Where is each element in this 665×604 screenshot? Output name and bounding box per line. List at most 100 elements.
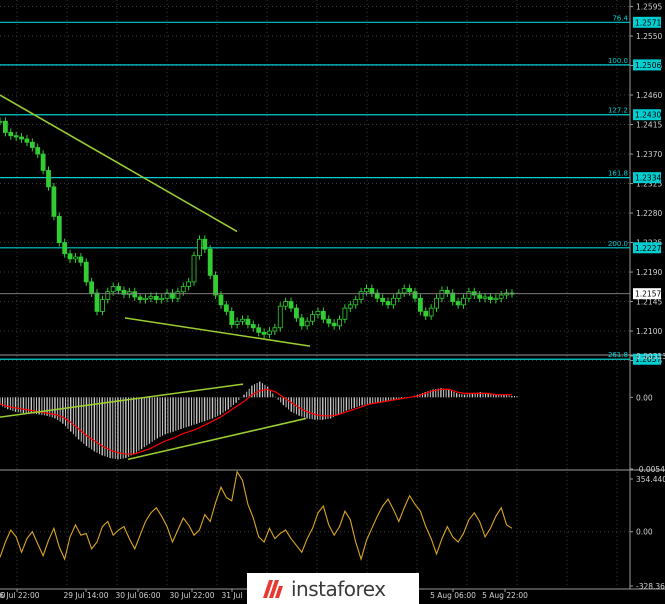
candle-body <box>267 330 272 335</box>
candle-body <box>67 253 73 260</box>
price-tick-label: 1.2460 <box>636 91 662 100</box>
candle-body <box>213 274 218 296</box>
candle-body <box>83 261 89 283</box>
candle-body <box>105 291 111 300</box>
fibo-ratio-label: 127.2 <box>608 107 628 115</box>
candle-body <box>304 320 310 327</box>
candle-body <box>218 294 224 306</box>
candle-body <box>439 290 445 299</box>
candle-body <box>277 305 283 329</box>
cci-pane <box>0 470 513 562</box>
macd-tick-label: -0.00543 <box>636 465 665 474</box>
candle-body <box>180 286 186 293</box>
candle-body <box>240 318 245 322</box>
candle-body <box>223 304 229 312</box>
candle-body <box>310 314 315 322</box>
candle-body <box>461 297 466 306</box>
candle-body <box>493 297 499 300</box>
candle-body <box>191 255 197 283</box>
candle-body <box>229 310 235 325</box>
fibo-ratio-label: 261.8 <box>608 351 628 359</box>
candle-body <box>337 318 342 327</box>
candle-body <box>369 288 375 294</box>
chart-window: 76.4 100.0 127.2 161.8 200.0 261.8 1.2595 1.25… <box>0 0 665 604</box>
candle-body <box>353 299 359 306</box>
candle-body <box>444 290 450 294</box>
fibo-ratio-label: 100.0 <box>608 57 628 65</box>
candle-body <box>488 296 493 300</box>
time-tick-label: 5 Aug 06:00 <box>430 591 476 600</box>
candle-body <box>466 291 472 299</box>
candle-body <box>407 288 413 293</box>
candle-body <box>29 141 35 148</box>
candle-body <box>40 153 46 171</box>
candle-body <box>288 301 294 309</box>
candle-body <box>385 301 391 306</box>
candle-body <box>250 324 256 329</box>
fibo-ratio-label: 161.8 <box>608 170 628 178</box>
cci-tick-label: -328.365 <box>636 582 665 591</box>
candle-body <box>137 296 143 300</box>
time-tick-label: 29 Jul 14:00 <box>64 591 109 600</box>
candle-body <box>0 120 3 123</box>
candle-body <box>347 304 353 309</box>
candle-body <box>78 256 84 263</box>
candle-body <box>342 307 348 320</box>
fibo-price-tag-label: 1.2334 <box>635 174 661 183</box>
candle-body <box>62 242 68 255</box>
cci-tick-label: 354.4409 <box>636 475 665 484</box>
candle-body <box>132 291 138 298</box>
candle-body <box>261 331 267 335</box>
candle-body <box>380 297 386 302</box>
watermark-logo: instaforex <box>247 573 419 604</box>
candle-body <box>315 310 321 316</box>
macd-tick-label: 0.00 <box>636 393 653 402</box>
candle-body <box>51 186 57 217</box>
watermark-brand-text: instaforex <box>291 577 386 601</box>
candle-body <box>326 318 332 324</box>
candle-body <box>94 292 100 312</box>
candle-body <box>110 286 116 293</box>
candle-body <box>245 318 251 325</box>
price-tick-label: 1.2595 <box>636 3 662 12</box>
candle-body <box>202 238 208 250</box>
time-tick-label: 30 Jul 06:00 <box>116 591 161 600</box>
candle-body <box>477 294 483 299</box>
price-tick-label: 1.2100 <box>636 327 662 336</box>
fibo-price-tag-label: 1.2430 <box>635 111 661 120</box>
candle-body <box>320 310 326 320</box>
candle-body <box>283 301 289 307</box>
candle-body <box>455 301 461 306</box>
chart-canvas: 76.4 100.0 127.2 161.8 200.0 261.8 1.2595 1.25… <box>0 0 665 600</box>
current-price-tag-label: 1.2157 <box>635 290 661 299</box>
candle-body <box>256 327 262 333</box>
candle-body <box>428 307 434 317</box>
price-tick-label: 1.2190 <box>636 268 662 277</box>
macd-pane <box>0 381 518 461</box>
candle-body <box>73 256 78 260</box>
candle-body <box>417 297 423 312</box>
candle-body <box>186 281 192 287</box>
candle-body <box>197 238 202 257</box>
candle-body <box>35 147 41 155</box>
candle-body <box>391 297 396 306</box>
candle-body <box>100 299 105 312</box>
candle-body <box>153 295 159 300</box>
candle-body <box>482 296 488 299</box>
candle-body <box>364 288 369 293</box>
candle-body <box>143 297 148 300</box>
candle-body <box>299 317 305 327</box>
candle-body <box>2 120 8 133</box>
candle-body <box>148 295 154 299</box>
candle-body <box>56 215 62 243</box>
candle-body <box>159 297 165 300</box>
candle-body <box>8 132 14 137</box>
candle-body <box>24 138 30 143</box>
candle-body <box>272 327 278 332</box>
candle-body <box>19 136 24 140</box>
candle-body <box>450 292 456 302</box>
candle-body <box>207 248 213 276</box>
price-pane: 76.4 100.0 127.2 161.8 200.0 261.8 <box>0 14 630 360</box>
price-axis: 1.25951.25501.25051.24601.24151.23701.23… <box>630 3 665 591</box>
candle-body <box>412 291 418 299</box>
